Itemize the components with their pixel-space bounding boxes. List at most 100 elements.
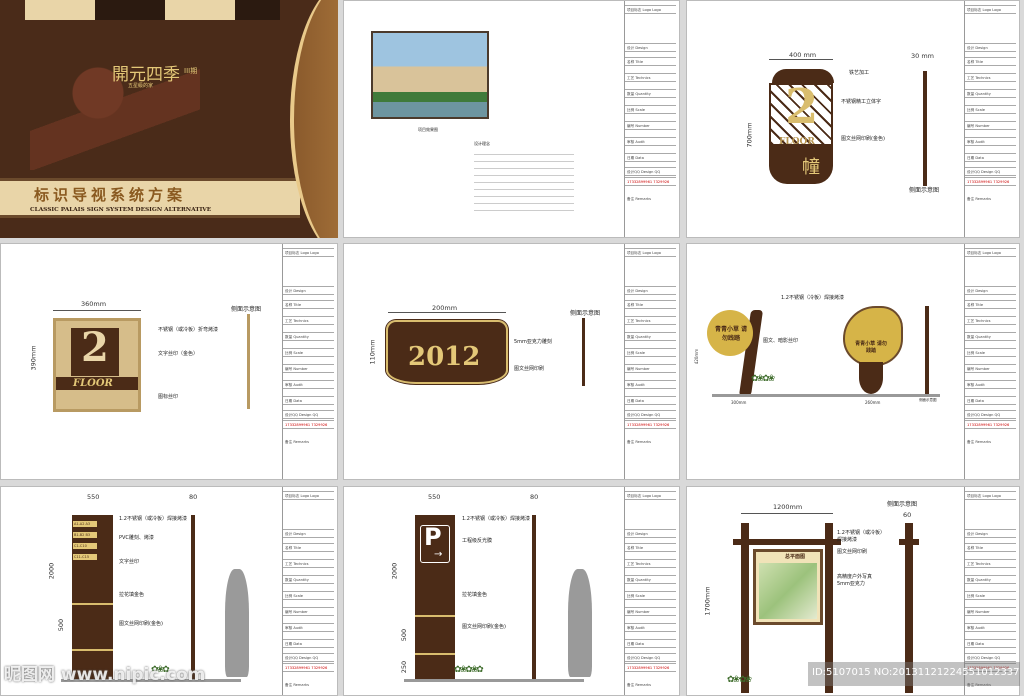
side-view-title: 侧面示意图 xyxy=(231,306,262,313)
title-block-row: 设计QQ Design QQ xyxy=(283,410,334,419)
title-block-row: 数量 Quantity xyxy=(625,332,676,341)
parking-letter: P xyxy=(424,523,442,551)
phone-number: 17332899961 7329926 xyxy=(965,177,1016,186)
dim-width: 400 mm xyxy=(789,51,817,59)
sheet-door-sign: 200mm 110mm 2012 5mm亚克力雕刻 图文丝网印刷 侧面示意图 项… xyxy=(343,243,680,480)
title-block-sidebar: 项目标志 Logo Logo 设计 Design 名称 Title 工艺 Techni… xyxy=(624,244,676,479)
title-block-row: 设计 Design xyxy=(965,43,1016,52)
note: 高精度户外写真 5mm亚克力 xyxy=(837,574,873,587)
cover-title-cn: 标识导视系统方案 xyxy=(34,186,187,204)
phone-number: 17332899961 7329926 xyxy=(965,420,1016,429)
title-block-row: 编号 Number xyxy=(965,607,1016,616)
title-block-row: 比例 Scale xyxy=(625,591,676,600)
directory-entry: B1-B2 B3 xyxy=(73,532,97,538)
title-block-row: 数量 Quantity xyxy=(283,332,334,341)
phone-number: 17332899961 7329926 xyxy=(625,177,676,186)
title-block-row: 设计QQ Design QQ xyxy=(965,167,1016,176)
pylon-divider xyxy=(415,653,455,655)
note: 不锈钢精工立体字 xyxy=(841,99,882,105)
leaf-sign-text: 青青小草 请勿践踏 xyxy=(855,341,887,354)
pylon-divider xyxy=(72,649,113,651)
remarks-label: 备注 Remarks xyxy=(967,197,992,201)
title-block-row: 编号 Number xyxy=(283,607,334,616)
title-block-row: 项目标志 Logo Logo xyxy=(965,491,1016,500)
note: 图文丝网印刷(金色) xyxy=(841,136,885,142)
title-block-row: 比例 Scale xyxy=(283,348,334,357)
ground xyxy=(712,394,940,397)
side-view-title: 侧面示意图 xyxy=(909,187,940,194)
title-block-row: 名称 Title xyxy=(965,543,1016,552)
pylon-side xyxy=(532,515,536,681)
concept-heading: 设计理念 xyxy=(474,141,490,146)
dim-width: 550 xyxy=(428,493,441,501)
note: 铁艺加工 xyxy=(849,70,870,76)
directory-entry: A1-A2 A3 xyxy=(73,521,97,527)
leaf-sign xyxy=(843,306,903,366)
remarks-label: 备注 Remarks xyxy=(285,683,310,687)
title-block-row: 日期 Data xyxy=(625,639,676,648)
title-block-row: 设计 Design xyxy=(625,529,676,538)
note: 1.2不锈钢（冷板）焊接烤漆 xyxy=(781,295,844,301)
dim-depth: 80 xyxy=(530,493,539,501)
title-block-row: 设计QQ Design QQ xyxy=(625,653,676,662)
project-photo xyxy=(371,31,489,119)
title-block-row: 设计QQ Design QQ xyxy=(965,410,1016,419)
title-block-row: 工艺 Technics xyxy=(283,559,334,568)
note: 拉花填金色 xyxy=(462,592,488,598)
watermark-right: ID:5107015 NO:20131121224551012337 xyxy=(808,662,1020,686)
title-block-row: 日期 Data xyxy=(625,153,676,162)
title-block-row: 审核 Audit xyxy=(625,137,676,146)
floor-label: FLOOR xyxy=(73,378,113,389)
note: PVC雕刻、烤漆 xyxy=(119,535,154,541)
title-block-row: 编号 Number xyxy=(965,364,1016,373)
pylon-side xyxy=(191,515,195,681)
side-profile xyxy=(925,306,929,394)
title-block-row: 名称 Title xyxy=(625,543,676,552)
parking-arrow-icon: → xyxy=(434,549,443,560)
pylon-divider xyxy=(72,603,113,605)
title-block-sidebar: 项目标志 Logo Logo 设计 Design 名称 Title 工艺 Techni… xyxy=(624,487,676,695)
title-block-row: 工艺 Technics xyxy=(965,559,1016,568)
dim-height: 1700mm xyxy=(703,586,712,616)
note: 工程级反光膜 xyxy=(462,538,493,544)
title-block-row: 名称 Title xyxy=(965,57,1016,66)
title-block-row: 项目标志 Logo Logo xyxy=(283,248,334,257)
side-profile xyxy=(582,318,585,386)
site-map xyxy=(759,563,817,619)
dim-width: 360mm xyxy=(81,300,107,308)
title-block-sidebar: 项目标志 Logo Logo 设计 Design 名称 Title 工艺 Techni… xyxy=(282,244,334,479)
title-block-row: 比例 Scale xyxy=(283,591,334,600)
side-view-title: 侧面示意图 xyxy=(570,310,601,317)
title-block-row: 审核 Audit xyxy=(625,623,676,632)
dim-height: 700mm xyxy=(745,122,754,148)
cover-sheet: 開元四季 III期 五星級的家 标识导视系统方案 CLASSIC PALAIS … xyxy=(0,0,338,238)
title-block-row: 编号 Number xyxy=(283,364,334,373)
dim-width: 200mm xyxy=(432,304,458,312)
dim-depth: 80 xyxy=(189,493,198,501)
dim-base: 500 xyxy=(400,628,409,642)
title-block-row: 比例 Scale xyxy=(625,105,676,114)
title-block-row: 编号 Number xyxy=(625,607,676,616)
title-block-row: 审核 Audit xyxy=(625,380,676,389)
title-block-row: 日期 Data xyxy=(965,639,1016,648)
note: 不锈钢（或冷板）折弯烤漆 xyxy=(158,327,219,333)
dim-height: 390mm xyxy=(29,345,38,371)
title-block-row: 设计 Design xyxy=(625,286,676,295)
note: 5mm亚克力雕刻 xyxy=(514,339,552,345)
title-block-row: 工艺 Technics xyxy=(283,316,334,325)
note: 图文丝网印刷(金色) xyxy=(119,621,163,627)
title-block-row: 名称 Title xyxy=(625,57,676,66)
crossbar xyxy=(733,539,841,545)
title-block-row: 审核 Audit xyxy=(283,623,334,632)
title-block-row: 审核 Audit xyxy=(965,137,1016,146)
title-block-row: 编号 Number xyxy=(625,121,676,130)
title-block-row: 项目标志 Logo Logo xyxy=(625,248,676,257)
title-block-row: 名称 Title xyxy=(625,300,676,309)
pylon-divider xyxy=(415,615,455,617)
title-block-row: 编号 Number xyxy=(625,364,676,373)
title-block-row: 审核 Audit xyxy=(283,380,334,389)
phone-number: 17332899961 7329926 xyxy=(625,420,676,429)
title-block-row: 日期 Data xyxy=(283,396,334,405)
phone-number: 17332899961 7329926 xyxy=(283,420,334,429)
sign-char: 幢 xyxy=(802,157,820,178)
